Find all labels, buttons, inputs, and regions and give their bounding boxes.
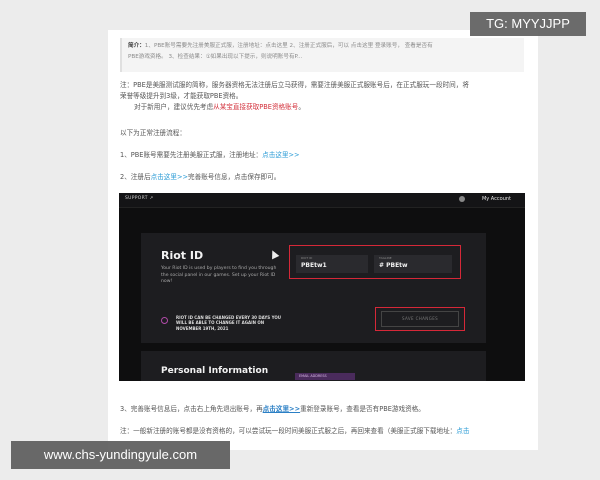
download-link[interactable]: 点击	[456, 427, 469, 435]
watermark-top: TG: MYYJJPP	[470, 12, 586, 36]
riot-account-screenshot: SUPPORT ↗ My Account Riot ID Your Riot I…	[119, 193, 525, 381]
step-1: 1、PBE账号需要先注册美服正式服，注册地址：点击这里>>	[120, 151, 300, 159]
summary-box: 简介：1、PBE账号需要先注册美服正式服，注册地址：点击这里 2、注册正式服后，…	[120, 38, 524, 72]
note-2: 注：一般新注册的账号都是没有资格的，可以尝试玩一段时间美服正式服之后，再回来查看…	[120, 427, 470, 435]
riot-id-description: Your Riot ID is used by players to find …	[161, 266, 277, 285]
email-field[interactable]: EMAIL ADDRESS	[295, 373, 355, 380]
article-body: 简介：1、PBE账号需要先注册美服正式服，注册地址：点击这里 2、注册正式服后，…	[108, 30, 538, 450]
buy-account-link[interactable]: 从某宝直接获取PBE资格账号	[213, 103, 298, 111]
step-3: 3、完善账号信息后，点击右上角先退出账号，再点击这里>>重新登录账号，查看是否有…	[120, 405, 425, 413]
watermark-bottom: www.chs-yundingyule.com	[11, 441, 230, 469]
riot-id-notice: RIOT ID CAN BE CHANGED EVERY 30 DAYS YOU…	[176, 315, 281, 331]
warning-icon	[161, 317, 168, 324]
relogin-link[interactable]: 点击这里>>	[263, 405, 300, 413]
tagline-field[interactable]: TAGLINE # PBEtw	[374, 255, 452, 273]
note-paragraph: 注：PBE是美服测试服的简称，服务器资格无法注册后立马获得，需要注册美服正式服账…	[120, 81, 469, 111]
my-account-button[interactable]: My Account	[482, 196, 511, 202]
summary-label: 简介：	[128, 43, 145, 49]
support-link[interactable]: SUPPORT ↗	[125, 196, 154, 201]
personal-info-title: Personal Information	[161, 366, 269, 376]
account-settings-link[interactable]: 点击这里>>	[151, 173, 188, 181]
summary-line-1: 简介：1、PBE账号需要先注册美服正式服，注册地址：点击这里 2、注册正式服后，…	[128, 43, 433, 49]
flow-title: 以下为正常注册流程：	[120, 129, 186, 137]
user-icon	[459, 196, 465, 202]
riot-id-field[interactable]: RIOT ID PBEtw1	[296, 255, 368, 273]
riot-topbar: SUPPORT ↗ My Account	[119, 193, 525, 208]
save-changes-button[interactable]: SAVE CHANGES	[381, 311, 459, 327]
register-link[interactable]: 点击这里>>	[262, 151, 299, 159]
riot-id-title: Riot ID	[161, 249, 204, 262]
summary-line-2: PBE游戏资格。 3、检查结果：①如果出现以下提示，则说明账号有P...	[128, 54, 303, 60]
step-2: 2、注册后点击这里>>完善账号信息，点击保存即可。	[120, 173, 281, 181]
